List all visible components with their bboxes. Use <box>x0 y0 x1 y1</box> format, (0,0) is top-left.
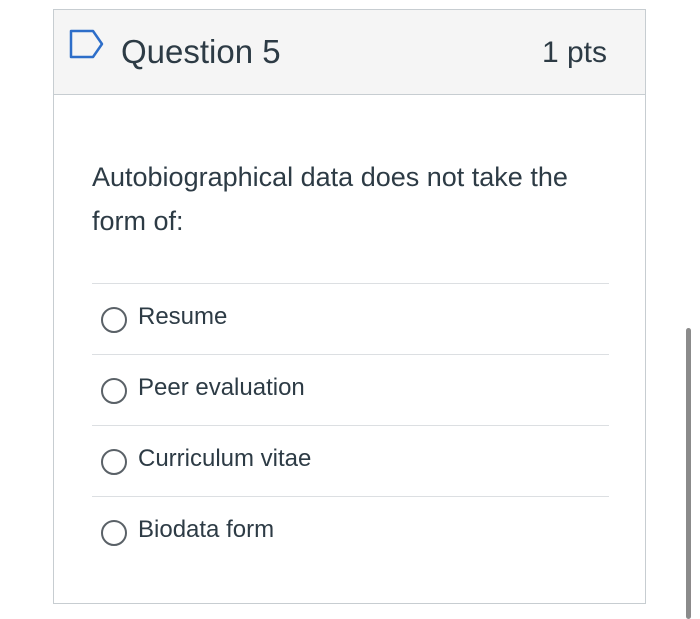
answer-list: Resume Peer evaluation Curriculum vitae … <box>92 283 609 567</box>
question-text: Autobiographical data does not take the … <box>92 162 568 236</box>
answer-option[interactable]: Peer evaluation <box>92 354 609 425</box>
answer-label[interactable]: Biodata form <box>138 514 274 546</box>
answer-label[interactable]: Resume <box>138 301 227 333</box>
flag-question-icon[interactable] <box>69 29 105 59</box>
radio-button[interactable] <box>101 520 127 546</box>
question-points: 1 pts <box>541 36 607 69</box>
answer-label[interactable]: Curriculum vitae <box>138 443 311 475</box>
answer-option[interactable]: Resume <box>92 283 609 354</box>
radio-button[interactable] <box>101 378 127 404</box>
question-header: Question 5 1 pts <box>54 10 645 95</box>
radio-button[interactable] <box>101 307 127 333</box>
question-card: Question 5 1 pts Autobiographical data d… <box>53 9 646 604</box>
radio-button[interactable] <box>101 449 127 475</box>
answer-option[interactable]: Biodata form <box>92 496 609 567</box>
scrollbar[interactable] <box>686 328 691 619</box>
answer-label[interactable]: Peer evaluation <box>138 372 305 404</box>
answer-option[interactable]: Curriculum vitae <box>92 425 609 496</box>
quiz-page: Question 5 1 pts Autobiographical data d… <box>0 0 700 619</box>
question-title: Question 5 <box>121 33 281 70</box>
